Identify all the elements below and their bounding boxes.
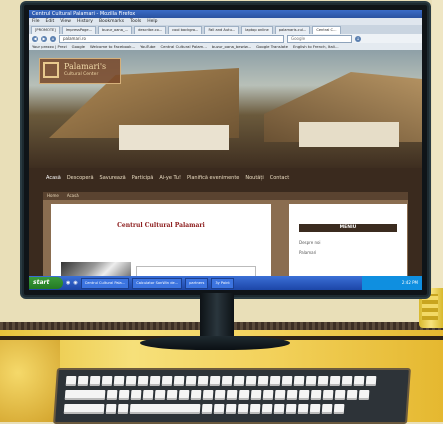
nav-ai-ye-tu[interactable]: Ai-ye Tu! <box>159 175 181 181</box>
monitor-stand <box>200 293 234 339</box>
menu-help[interactable]: Help <box>147 18 157 25</box>
key-row <box>63 404 345 414</box>
nav-noutati[interactable]: Noutăți <box>245 175 263 181</box>
monitor: Centrul Cultural Palamari - Mozilla Fire… <box>22 3 429 297</box>
bookmarks-bar: Your prezzo | Prezi Google Welcome to Fa… <box>29 43 422 50</box>
house-wall-image <box>119 125 229 150</box>
sidebar-item-palamari[interactable]: Palamari <box>299 250 316 255</box>
home-icon[interactable]: ⌂ <box>50 35 56 42</box>
bookmark-item[interactable]: YouTube <box>140 43 155 50</box>
hero-image: Palamari's Cultural Center <box>29 50 422 168</box>
nav-descopera[interactable]: Descoperă <box>67 175 94 181</box>
taskbar-item[interactable]: 3y Paint <box>211 277 234 289</box>
forward-icon[interactable]: ▶ <box>41 35 47 42</box>
nav-planifica[interactable]: Planifică evenimente <box>187 175 239 181</box>
quick-launch-icon[interactable]: ◉ <box>66 280 70 286</box>
menu-view[interactable]: View <box>60 18 71 25</box>
nav-participa[interactable]: Participă <box>132 175 154 181</box>
sidebar-item-despre[interactable]: Despre noi <box>299 240 321 245</box>
quick-launch-icon[interactable]: ◉ <box>73 280 77 286</box>
menu-tools[interactable]: Tools <box>130 18 141 25</box>
back-icon[interactable]: ◀ <box>32 35 38 42</box>
start-button[interactable]: start <box>29 277 63 289</box>
system-clock[interactable]: 2:42 PM <box>362 276 422 290</box>
key-row <box>64 390 370 400</box>
logo-subtitle: Cultural Center <box>64 72 99 77</box>
web-page: Palamari's Cultural Center Acasă Descope… <box>29 50 422 276</box>
bookmark-item[interactable]: Central Cultural Palam... <box>161 43 207 50</box>
breadcrumb-current: Acasă <box>66 193 79 198</box>
breadcrumb: Home Acasă <box>43 192 408 200</box>
bookmark-item[interactable]: Welcome to Facebook... <box>90 43 135 50</box>
menu-history[interactable]: History <box>77 18 93 25</box>
window-title: Centrul Cultural Palamari - Mozilla Fire… <box>29 10 422 18</box>
article-image-frame <box>136 266 256 276</box>
nav-savureaza[interactable]: Savurează <box>100 175 126 181</box>
screen: Centrul Cultural Palamari - Mozilla Fire… <box>29 10 422 290</box>
navigation-bar: ◀ ▶ ⌂ palamari.ro Google ↓ <box>29 34 422 43</box>
sidebar-panel: MENIU Despre noi Palamari <box>289 204 407 276</box>
menu-file[interactable]: File <box>32 18 40 25</box>
bookmark-item[interactable]: English to French, Itali... <box>293 43 339 50</box>
menu-bookmarks[interactable]: Bookmarks <box>99 18 124 25</box>
taskbar-item[interactable]: Calculator SonWin de... <box>132 277 183 289</box>
site-logo[interactable]: Palamari's Cultural Center <box>39 58 121 84</box>
keyboard-image <box>53 368 411 424</box>
bookmark-item[interactable]: Your prezzo | Prezi <box>32 43 67 50</box>
nav-contact[interactable]: Contact <box>270 175 289 181</box>
desk-pattern <box>0 340 60 422</box>
article-panel: Centrul Cultural Palamari <box>51 204 271 276</box>
monitor-base <box>140 336 290 350</box>
url-input[interactable]: palamari.ro <box>59 34 284 43</box>
bookmark-item[interactable]: buzur_oana_bewiw... <box>212 43 251 50</box>
bookmark-item[interactable]: Google Translate <box>256 43 288 50</box>
article-image <box>61 262 131 276</box>
menu-bar: File Edit View History Bookmarks Tools H… <box>29 18 422 25</box>
search-input[interactable]: Google <box>287 34 352 43</box>
article-title: Centrul Cultural Palamari <box>117 222 205 229</box>
site-navigation: Acasă Descoperă Savurează Participă Ai-y… <box>29 168 422 188</box>
taskbar: start ◉ ◉ Centrul Cultural Pala... Calcu… <box>29 276 422 290</box>
menu-edit[interactable]: Edit <box>46 18 55 25</box>
logo-icon <box>43 62 59 78</box>
key-row <box>65 376 377 386</box>
house-wall-image <box>299 122 399 147</box>
breadcrumb-home[interactable]: Home <box>47 192 59 200</box>
tab-bar: [PROMOTE] ImpressPage... buzur_oana_... … <box>29 25 422 35</box>
sidebar-title: MENIU <box>299 224 397 232</box>
logo-name: Palamari's <box>64 62 107 71</box>
download-icon[interactable]: ↓ <box>355 35 361 42</box>
nav-acasa[interactable]: Acasă <box>46 175 61 181</box>
bookmark-item[interactable]: Google <box>72 43 85 50</box>
taskbar-item[interactable]: partners <box>185 277 209 289</box>
wall-background <box>432 0 443 330</box>
taskbar-item[interactable]: Centrul Cultural Pala... <box>80 277 130 289</box>
